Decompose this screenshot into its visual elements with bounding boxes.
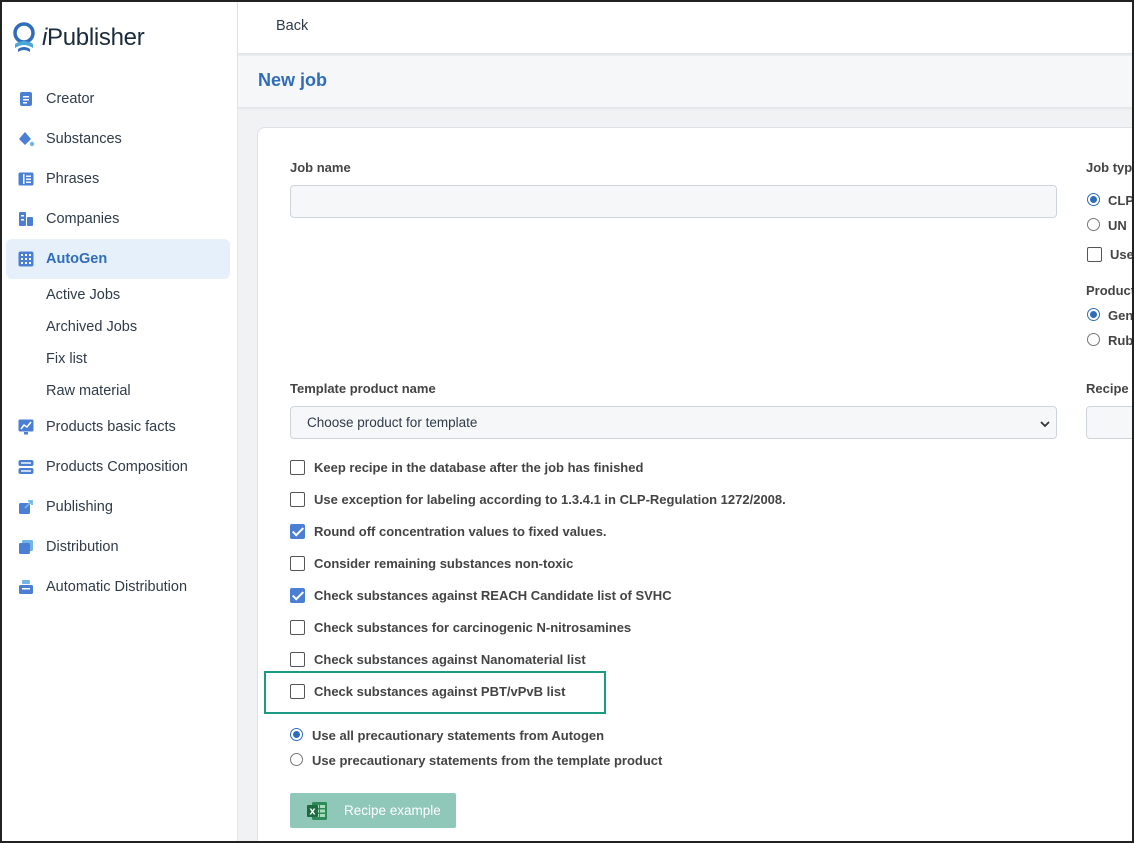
sidebar-item-companies[interactable]: Companies <box>6 199 230 239</box>
keep-recipe-checkbox[interactable] <box>290 460 305 475</box>
page-title: New job <box>258 70 328 90</box>
recipe-label: Recipe <box>1086 381 1129 396</box>
sidebar-item-publishing[interactable]: Publishing <box>6 487 230 527</box>
job-name-label: Job name <box>290 160 351 175</box>
sidebar-item-label: Distribution <box>46 539 119 555</box>
new-job-form: Job name Template product name Choose pr… <box>257 127 1134 843</box>
sidebar-item-products-basic-facts[interactable]: Products basic facts <box>6 407 230 447</box>
round-off-checkbox[interactable] <box>290 524 305 539</box>
reach-svhc-label: Check substances against REACH Candidate… <box>314 588 672 603</box>
template-product-select[interactable]: Choose product for template <box>290 406 1057 439</box>
logo-icon <box>10 22 38 54</box>
sidebar-subitem-active-jobs[interactable]: Active Jobs <box>6 279 230 311</box>
page-header: New job <box>238 56 1134 108</box>
tray-icon <box>17 578 35 596</box>
job-type-un-label: UN <box>1108 218 1127 233</box>
copy-icon <box>17 538 35 556</box>
precautionary-autogen-radio[interactable] <box>290 728 303 741</box>
recipe-example-label: Recipe example <box>344 803 441 818</box>
product-rub-radio[interactable] <box>1087 333 1100 346</box>
labeling-exception-label: Use exception for labeling according to … <box>314 492 786 507</box>
document-icon <box>17 90 35 108</box>
precautionary-autogen-label: Use all precautionary statements from Au… <box>312 728 605 743</box>
logo[interactable]: iPublisher <box>10 22 145 54</box>
job-type-clp-label: CLP <box>1108 193 1134 208</box>
layers-icon <box>17 458 35 476</box>
sidebar-item-autogen[interactable]: AutoGen <box>6 239 230 279</box>
reach-svhc-checkbox[interactable] <box>290 588 305 603</box>
excel-icon: X <box>306 801 328 821</box>
nitrosamines-checkbox[interactable] <box>290 620 305 635</box>
building-icon <box>17 210 35 228</box>
highlight-box <box>264 671 606 714</box>
job-type-label: Job typ <box>1086 160 1133 175</box>
sidebar-item-label: Creator <box>46 91 95 107</box>
product-gen-radio[interactable] <box>1087 308 1100 321</box>
job-type-clp-radio[interactable] <box>1087 193 1100 206</box>
sidebar-subitem-raw-material[interactable]: Raw material <box>6 375 230 407</box>
recipe-example-button[interactable]: X Recipe example <box>290 793 456 828</box>
list-icon <box>17 170 35 188</box>
use-checkbox[interactable] <box>1087 247 1102 262</box>
nanomaterial-checkbox[interactable] <box>290 652 305 667</box>
sidebar-item-label: Substances <box>46 131 122 147</box>
sidebar-item-automatic-distribution[interactable]: Automatic Distribution <box>6 567 230 607</box>
chart-icon <box>17 418 35 436</box>
product-label: Product <box>1086 283 1134 298</box>
top-bar: Back <box>238 0 1134 54</box>
back-link[interactable]: Back <box>276 18 308 34</box>
chevron-down-icon <box>1040 417 1050 428</box>
product-rub-label: Rub <box>1108 333 1134 348</box>
sidebar-item-label: Phrases <box>46 171 100 187</box>
svg-text:X: X <box>309 807 316 816</box>
sidebar-item-label: AutoGen <box>46 251 108 267</box>
sidebar-item-products-composition[interactable]: Products Composition <box>6 447 230 487</box>
template-product-selected: Choose product for template <box>307 415 478 430</box>
sidebar-item-label: Automatic Distribution <box>46 579 188 595</box>
use-checkbox-label: Use <box>1110 247 1134 262</box>
logo-text: iPublisher <box>42 24 145 51</box>
precautionary-template-label: Use precautionary statements from the te… <box>312 753 663 768</box>
non-toxic-checkbox[interactable] <box>290 556 305 571</box>
sidebar-nav: Creator Substances Phrases Companies Aut… <box>6 79 230 607</box>
sidebar-subitem-fix-list[interactable]: Fix list <box>6 343 230 375</box>
job-type-un-radio[interactable] <box>1087 218 1100 231</box>
grid-icon <box>17 250 35 268</box>
nitrosamines-label: Check substances for carcinogenic N-nitr… <box>314 620 632 635</box>
keep-recipe-label: Keep recipe in the database after the jo… <box>314 460 644 475</box>
round-off-label: Round off concentration values to fixed … <box>314 524 607 539</box>
labeling-exception-checkbox[interactable] <box>290 492 305 507</box>
job-name-input[interactable] <box>290 185 1057 218</box>
nanomaterial-label: Check substances against Nanomaterial li… <box>314 652 586 667</box>
sidebar-item-phrases[interactable]: Phrases <box>6 159 230 199</box>
sidebar-item-label: Products Composition <box>46 459 188 475</box>
sidebar-item-label: Companies <box>46 211 120 227</box>
recipe-input[interactable] <box>1086 406 1134 439</box>
template-product-label: Template product name <box>290 381 436 396</box>
non-toxic-label: Consider remaining substances non-toxic <box>314 556 574 571</box>
precautionary-template-radio[interactable] <box>290 753 303 766</box>
droplet-icon <box>17 130 35 148</box>
sidebar-subitem-archived-jobs[interactable]: Archived Jobs <box>6 311 230 343</box>
product-gen-label: Gen <box>1108 308 1134 323</box>
sidebar-item-substances[interactable]: Substances <box>6 119 230 159</box>
sidebar-item-distribution[interactable]: Distribution <box>6 527 230 567</box>
sidebar-item-label: Products basic facts <box>46 419 176 435</box>
sidebar-item-creator[interactable]: Creator <box>6 79 230 119</box>
sidebar: iPublisher Creator Substances Phrases Co… <box>0 0 238 843</box>
publish-icon <box>17 498 35 516</box>
sidebar-item-label: Publishing <box>46 499 113 515</box>
